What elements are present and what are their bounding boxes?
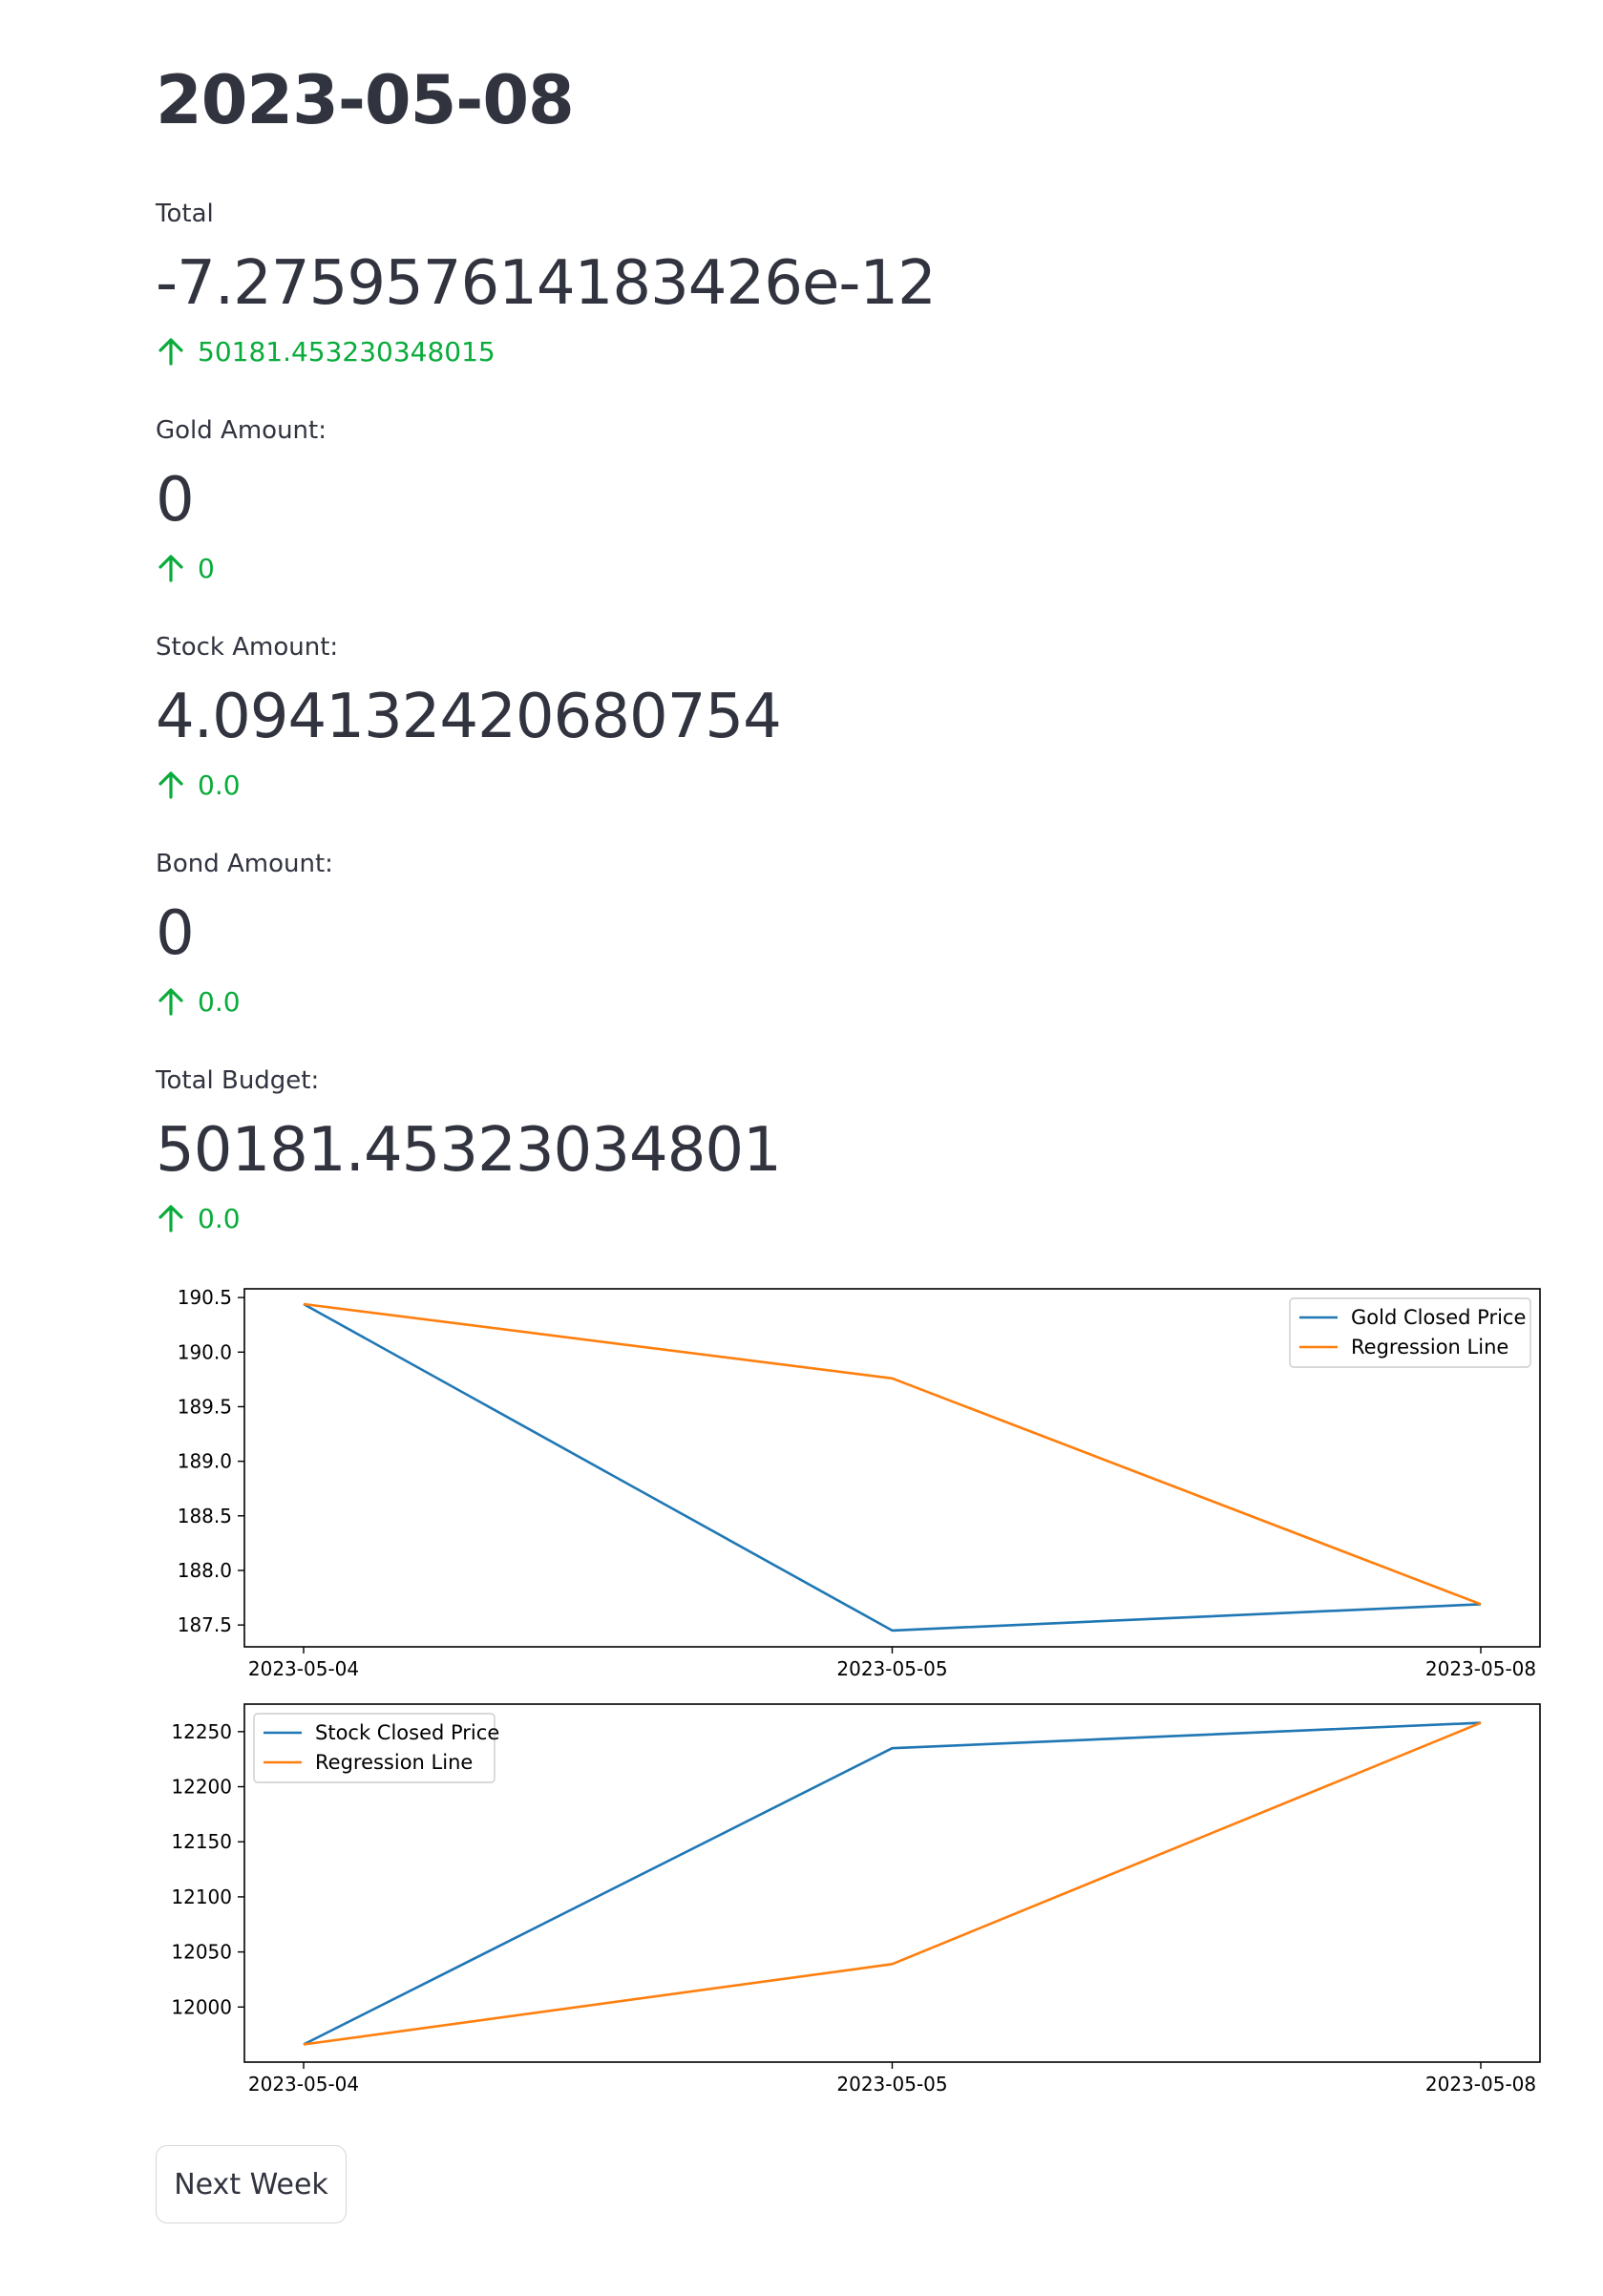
x-tick-label: 2023-05-04 [248, 2073, 359, 2096]
legend-label: Regression Line [1351, 1336, 1508, 1359]
page-title: 2023-05-08 [156, 61, 575, 139]
metric-delta: 0.0 [156, 985, 1492, 1018]
next-week-button[interactable]: Next Week [156, 2145, 347, 2223]
metric-total: Total -7.275957614183426e-12 50181.45323… [156, 200, 1492, 368]
metric-delta-value: 0 [198, 552, 215, 584]
metric-delta: 0.0 [156, 769, 1492, 801]
y-tick-label: 12000 [171, 1995, 232, 2018]
x-tick-label: 2023-05-08 [1425, 2073, 1536, 2096]
metric-value: -7.275957614183426e-12 [156, 248, 937, 319]
arrow-up-icon [158, 988, 183, 1016]
metric-delta: 50181.453230348015 [156, 335, 1492, 368]
metric-total-budget: Total Budget: 50181.45323034801 0.0 [156, 1066, 1492, 1234]
stock-price-chart-svg: 2023-05-04 2023-05-05 2023-05-08 12000 12050… [171, 1703, 1541, 2096]
chart-legend: Stock Closed Price Regression Line [253, 1713, 499, 1783]
metric-label: Stock Amount: [156, 633, 339, 662]
stock-price-chart: 2023-05-04 2023-05-05 2023-05-08 12000 12050… [156, 1695, 1550, 2118]
metric-gold-amount: Gold Amount: 0 0 [156, 416, 1492, 584]
metric-stock-amount: Stock Amount: 4.094132420680754 0.0 [156, 633, 1492, 801]
legend-label: Stock Closed Price [315, 1721, 499, 1744]
chart-plot: 2023-05-04 2023-05-05 2023-05-08 187.5 188.0… [178, 1286, 1541, 1680]
y-tick-label: 12050 [171, 1941, 232, 1964]
y-tick-label: 189.0 [178, 1450, 232, 1473]
y-tick-label: 190.5 [178, 1286, 232, 1309]
metric-delta: 0.0 [156, 1202, 1492, 1234]
metric-delta-value: 0.0 [198, 1202, 241, 1234]
y-tick-label: 189.5 [178, 1395, 232, 1418]
arrow-up-icon [158, 771, 183, 799]
y-tick-label: 187.5 [178, 1613, 232, 1636]
metric-value: 0 [156, 465, 195, 536]
x-tick-label: 2023-05-08 [1425, 1657, 1536, 1680]
x-tick-label: 2023-05-04 [248, 1657, 359, 1680]
y-tick-label: 12150 [171, 1830, 232, 1853]
metric-value: 0 [156, 898, 195, 969]
metric-label: Total Budget: [156, 1066, 320, 1095]
metric-label: Gold Amount: [156, 416, 327, 445]
app-page: 2023-05-08 Total -7.275957614183426e-12 … [0, 0, 1603, 2296]
metric-value: 50181.45323034801 [156, 1115, 782, 1186]
legend-label: Gold Closed Price [1351, 1306, 1526, 1329]
arrow-up-icon [158, 1205, 183, 1232]
chart-plot: 2023-05-04 2023-05-05 2023-05-08 12000 12050… [171, 1703, 1541, 2096]
gold-price-chart-svg: 2023-05-04 2023-05-05 2023-05-08 187.5 188.0… [178, 1286, 1541, 1680]
arrow-up-icon [158, 338, 183, 366]
metric-bond-amount: Bond Amount: 0 0.0 [156, 850, 1492, 1018]
arrow-up-icon [158, 555, 183, 582]
metric-value: 4.094132420680754 [156, 682, 782, 752]
chart-legend: Gold Closed Price Regression Line [1289, 1297, 1531, 1368]
metric-delta-value: 50181.453230348015 [198, 335, 496, 368]
y-tick-label: 190.0 [178, 1340, 232, 1363]
gold-price-chart: 2023-05-04 2023-05-05 2023-05-08 187.5 188.0… [156, 1279, 1550, 1703]
y-tick-label: 12100 [171, 1885, 232, 1908]
metric-label: Bond Amount: [156, 850, 333, 878]
metric-delta-value: 0.0 [198, 769, 241, 801]
legend-label: Regression Line [315, 1751, 473, 1774]
y-tick-label: 188.0 [178, 1559, 232, 1582]
metric-delta: 0 [156, 552, 1492, 584]
x-tick-label: 2023-05-05 [836, 1657, 947, 1680]
y-tick-label: 12200 [171, 1776, 232, 1799]
y-tick-label: 188.5 [178, 1505, 232, 1527]
metric-delta-value: 0.0 [198, 985, 241, 1018]
y-tick-label: 12250 [171, 1720, 232, 1743]
metric-label: Total [156, 200, 214, 228]
x-tick-label: 2023-05-05 [836, 2073, 947, 2096]
